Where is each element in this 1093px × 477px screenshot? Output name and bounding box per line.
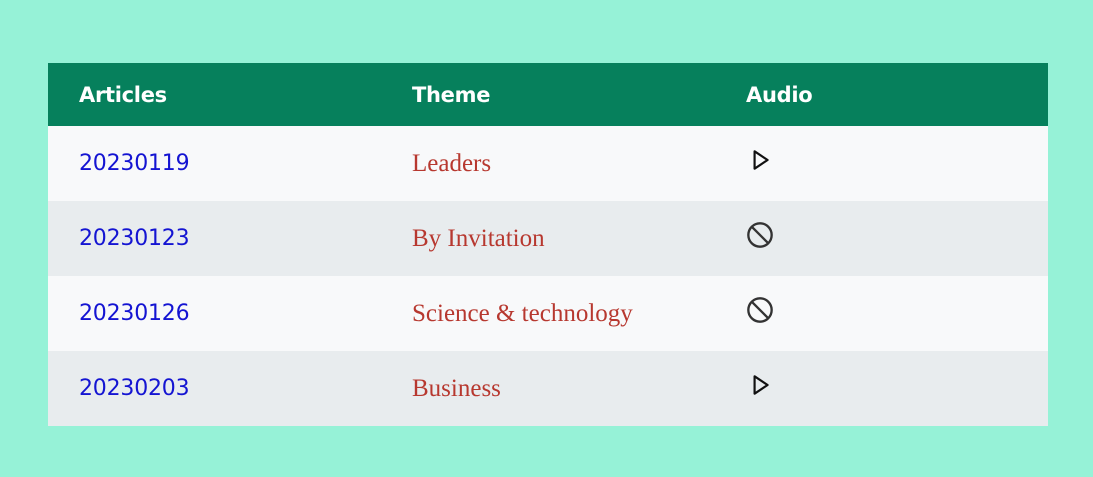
article-link[interactable]: 20230123 — [79, 226, 190, 251]
theme-label: Business — [412, 374, 501, 402]
article-link[interactable]: 20230203 — [79, 376, 190, 401]
articles-table: Articles Theme Audio 20230119 Leaders 20… — [48, 63, 1048, 426]
theme-label: Science & technology — [412, 299, 633, 327]
article-link[interactable]: 20230126 — [79, 301, 190, 326]
theme-label: By Invitation — [412, 224, 545, 252]
theme-label: Leaders — [412, 149, 492, 177]
header-audio: Audio — [746, 82, 813, 107]
play-icon[interactable] — [745, 370, 775, 400]
not-available-icon — [745, 295, 775, 325]
not-available-icon — [745, 220, 775, 250]
play-icon[interactable] — [745, 145, 775, 175]
table-header: Articles Theme Audio — [48, 63, 1048, 126]
article-link[interactable]: 20230119 — [79, 151, 190, 176]
table-row: 20230123 By Invitation — [48, 201, 1048, 276]
table-row: 20230126 Science & technology — [48, 276, 1048, 351]
table-row: 20230119 Leaders — [48, 126, 1048, 201]
table-row: 20230203 Business — [48, 351, 1048, 426]
header-articles: Articles — [79, 82, 167, 107]
header-theme: Theme — [412, 82, 491, 107]
